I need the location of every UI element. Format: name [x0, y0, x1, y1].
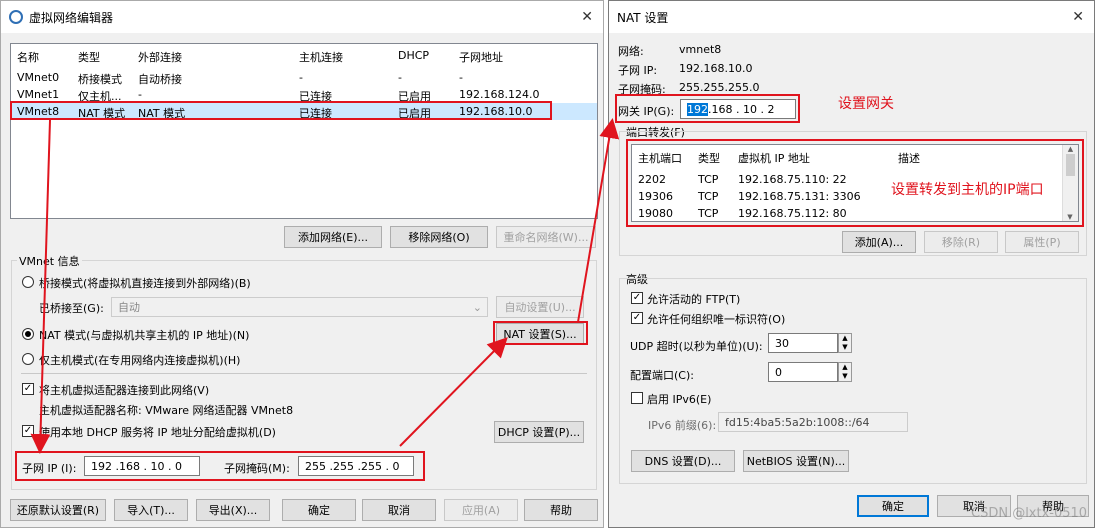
connect-adapter-checkbox[interactable]: ✓ — [22, 383, 34, 395]
highlight-nat-settings — [493, 321, 588, 345]
adapter-name-text: 主机虚拟适配器名称: VMware 网络适配器 VMnet8 — [39, 404, 294, 417]
left-window-title: 虚拟网络编辑器 — [29, 10, 114, 25]
udp-timeout-label: UDP 超时(以秒为单位)(U): — [630, 340, 763, 353]
right-window-title: NAT 设置 — [617, 10, 669, 25]
bridge-mode-radio[interactable] — [22, 276, 34, 288]
subnet-ip-input[interactable]: 192 .168 . 10 . 0 — [84, 456, 200, 476]
pf-add-button[interactable]: 添加(A)... — [842, 231, 916, 253]
host-only-radio[interactable] — [22, 353, 34, 365]
close-icon[interactable]: ✕ — [1072, 9, 1084, 25]
highlight-port-forward — [626, 139, 1084, 227]
apply-button[interactable]: 应用(A) — [444, 499, 518, 521]
right-titlebar: NAT 设置 — [609, 1, 1094, 33]
network-list[interactable]: 名称 类型 外部连接 主机连接 DHCP 子网地址 VMnet0 桥接模式 自动… — [10, 43, 598, 219]
divider — [21, 373, 587, 374]
col-header-dhcp[interactable]: DHCP — [398, 49, 429, 62]
left-titlebar: 虚拟网络编辑器 — [1, 1, 603, 33]
import-button[interactable]: 导入(T)... — [114, 499, 188, 521]
vmnet-info-label: VMnet 信息 — [17, 253, 82, 269]
host-only-label: 仅主机模式(在专用网络内连接虚拟机)(H) — [39, 354, 241, 367]
use-dhcp-label: 使用本地 DHCP 服务将 IP 地址分配给虚拟机(D) — [39, 426, 276, 439]
nat-mode-radio[interactable] — [22, 328, 34, 340]
ok-button[interactable]: 确定 — [857, 495, 929, 517]
bridged-to-label: 已桥接至(G): — [39, 302, 104, 315]
bridge-mode-label: 桥接模式(将虚拟机直接连接到外部网络)(B) — [39, 277, 251, 290]
enable-ipv6-checkbox[interactable] — [631, 392, 643, 404]
nat-mode-label: NAT 模式(与虚拟机共享主机的 IP 地址)(N) — [39, 329, 250, 342]
connect-adapter-label: 将主机虚拟适配器连接到此网络(V) — [39, 384, 210, 397]
use-dhcp-checkbox[interactable]: ✓ — [22, 425, 34, 437]
subnet-ip-value: 192.168.10.0 — [679, 62, 753, 75]
allow-ftp-checkbox[interactable]: ✓ — [631, 292, 643, 304]
auto-settings-button[interactable]: 自动设置(U)... — [496, 296, 584, 318]
udp-timeout-input[interactable]: 30 — [768, 333, 838, 353]
ipv6-prefix-input[interactable]: fd15:4ba5:5a2b:1008::/64 — [718, 412, 908, 432]
highlight-gateway — [615, 94, 800, 123]
subnet-mask-label: 子网掩码(M): — [224, 462, 290, 475]
col-header-name[interactable]: 名称 — [17, 49, 39, 65]
export-button[interactable]: 导出(X)... — [196, 499, 270, 521]
annotation-set-gateway: 设置网关 — [838, 96, 894, 112]
col-header-type[interactable]: 类型 — [78, 49, 100, 65]
ipv6-prefix-label: IPv6 前缀(6): — [648, 419, 717, 432]
netbios-settings-button[interactable]: NetBIOS 设置(N)... — [743, 450, 849, 472]
dns-settings-button[interactable]: DNS 设置(D)... — [631, 450, 735, 472]
ok-button[interactable]: 确定 — [282, 499, 356, 521]
allow-ftp-label: 允许活动的 FTP(T) — [647, 293, 741, 306]
pf-remove-button[interactable]: 移除(R) — [924, 231, 998, 253]
chevron-down-icon: ⌄ — [472, 301, 482, 314]
remove-network-button[interactable]: 移除网络(O) — [390, 226, 488, 248]
subnet-ip-label: 子网 IP: — [618, 64, 658, 77]
add-network-button[interactable]: 添加网络(E)... — [284, 226, 382, 248]
dhcp-settings-button[interactable]: DHCP 设置(P)... — [494, 421, 584, 443]
network-label: 网络: — [618, 45, 644, 58]
close-icon[interactable]: ✕ — [581, 9, 593, 25]
nat-settings-window: NAT 设置 ✕ 网络: vmnet8 子网 IP: 192.168.10.0 … — [608, 0, 1095, 528]
subnet-ip-label: 子网 IP (I): — [22, 462, 77, 475]
highlight-vmnet8-row — [10, 101, 552, 120]
col-header-host[interactable]: 主机连接 — [299, 49, 343, 65]
allow-org-id-label: 允许任何组织唯一标识符(O) — [647, 313, 786, 326]
allow-org-id-checkbox[interactable]: ✓ — [631, 312, 643, 324]
udp-timeout-stepper[interactable]: ▲ ▼ — [838, 333, 852, 353]
subnet-mask-input[interactable]: 255 .255 .255 . 0 — [298, 456, 414, 476]
virtual-network-editor-window: 虚拟网络编辑器 ✕ 名称 类型 外部连接 主机连接 DHCP 子网地址 VMne… — [0, 0, 604, 528]
col-header-subnet[interactable]: 子网地址 — [459, 49, 503, 65]
cancel-button[interactable]: 取消 — [362, 499, 436, 521]
restore-defaults-button[interactable]: 还原默认设置(R) — [10, 499, 106, 521]
col-header-external[interactable]: 外部连接 — [138, 49, 182, 65]
subnet-mask-value: 255.255.255.0 — [679, 81, 760, 94]
rename-network-button[interactable]: 重命名网络(W)... — [496, 226, 596, 248]
pf-properties-button[interactable]: 属性(P) — [1005, 231, 1079, 253]
bridged-to-select[interactable]: 自动 ⌄ — [111, 297, 488, 317]
globe-icon — [9, 10, 23, 24]
config-port-stepper[interactable]: ▲ ▼ — [838, 362, 852, 382]
help-button[interactable]: 帮助 — [524, 499, 598, 521]
enable-ipv6-label: 启用 IPv6(E) — [647, 393, 712, 406]
config-port-input[interactable]: 0 — [768, 362, 838, 382]
config-port-label: 配置端口(C): — [630, 369, 694, 382]
watermark: CSDN @lxtx-0510 — [971, 506, 1088, 521]
table-row[interactable]: VMnet0 桥接模式 自动桥接 - - - — [11, 69, 597, 86]
network-value: vmnet8 — [679, 43, 722, 56]
